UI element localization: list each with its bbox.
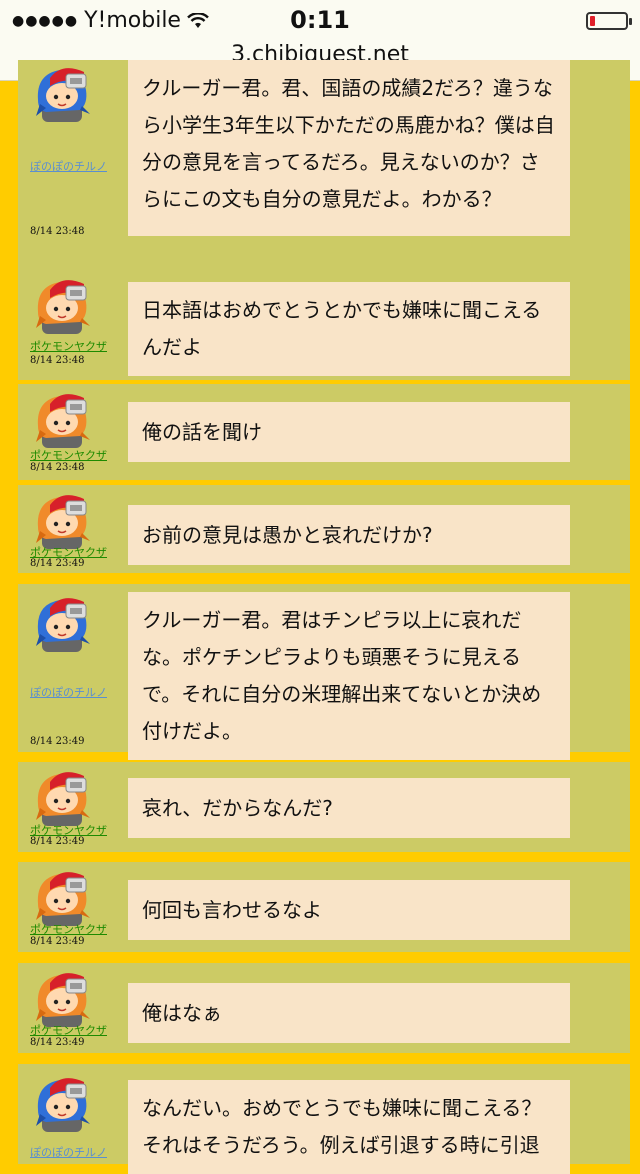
orange-hair-avatar	[32, 487, 96, 551]
user-name-link[interactable]: ぽのぽのチルノ	[30, 684, 107, 700]
chat-message: ぽのぽのチルノ なんだい。おめでとうでも嫌味に聞こえる？それはそうだろう。例えば引…	[18, 1064, 630, 1174]
orange-hair-avatar	[32, 764, 96, 828]
message-text: 哀れ、だからなんだ?	[128, 778, 570, 838]
orange-hair-avatar	[32, 864, 96, 928]
user-name-link[interactable]: ポケモンヤクザ	[30, 447, 107, 463]
message-timestamp: 8/14 23:48	[30, 355, 85, 366]
message-timestamp: 8/14 23:49	[30, 558, 85, 569]
message-timestamp: 8/14 23:48	[30, 226, 85, 237]
message-text: クルーガー君。君はチンピラ以上に哀れだな。ポケチンピラよりも頭悪そうに見えるで。…	[128, 592, 570, 760]
chat-message: ポケモンヤクザ 8/14 23:49 俺はなぁ	[18, 963, 630, 1053]
user-name-link[interactable]: ポケモンヤクザ	[30, 1022, 107, 1038]
message-timestamp: 8/14 23:48	[30, 462, 85, 473]
blue-hair-avatar	[32, 590, 96, 654]
chat-message: ポケモンヤクザ 8/14 23:49 哀れ、だからなんだ?	[18, 762, 630, 852]
message-text: 日本語はおめでとうとかでも嫌味に聞こえるんだよ	[128, 282, 570, 376]
message-timestamp: 8/14 23:49	[30, 936, 85, 947]
chat-message: ポケモンヤクザ 8/14 23:49 お前の意見は愚かと哀れだけか?	[18, 485, 630, 573]
chat-message: ポケモンヤクザ 8/14 23:49 何回も言わせるなよ	[18, 862, 630, 952]
message-text: 何回も言わせるなよ	[128, 880, 570, 940]
blue-hair-avatar	[32, 60, 96, 124]
orange-hair-avatar	[32, 386, 96, 450]
user-name-link[interactable]: ぽのぽのチルノ	[30, 158, 107, 174]
message-timestamp: 8/14 23:49	[30, 736, 85, 747]
user-name-link[interactable]: ポケモンヤクザ	[30, 338, 107, 354]
chat-message: ぽのぽのチルノ 8/14 23:49 クルーガー君。君はチンピラ以上に哀れだな。ポケ…	[18, 584, 630, 760]
message-timestamp: 8/14 23:49	[30, 1037, 85, 1048]
message-timestamp: 8/14 23:49	[30, 836, 85, 847]
battery-icon	[586, 12, 632, 30]
message-text: お前の意見は愚かと哀れだけか?	[128, 505, 570, 565]
message-text: 俺の話を聞け	[128, 402, 570, 462]
blue-hair-avatar	[32, 1070, 96, 1134]
user-name-link[interactable]: ポケモンヤクザ	[30, 921, 107, 937]
clock: 0:11	[290, 6, 350, 34]
user-name-link[interactable]: ぽのぽのチルノ	[30, 1144, 107, 1160]
chat-message: ポケモンヤクザ 8/14 23:48 日本語はおめでとうとかでも嫌味に聞こえるんだよ	[18, 270, 630, 380]
message-text: なんだい。おめでとうでも嫌味に聞こえる？それはそうだろう。例えば引退する時に引退	[128, 1080, 570, 1174]
chat-message: ポケモンヤクザ 8/14 23:48 俺の話を聞け	[18, 384, 630, 480]
message-text: 俺はなぁ	[128, 983, 570, 1043]
orange-hair-avatar	[32, 965, 96, 1029]
orange-hair-avatar	[32, 272, 96, 336]
message-text: クルーガー君。君、国語の成績2だろ？違うなら小学生3年生以下かただの馬鹿かね？僕…	[128, 60, 570, 236]
